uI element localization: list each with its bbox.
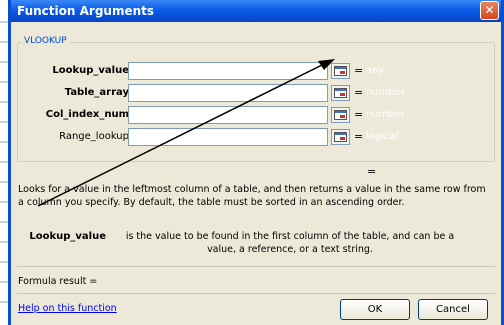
- collapse-dialog-icon: [334, 88, 347, 98]
- collapse-dialog-button[interactable]: [331, 85, 350, 101]
- collapse-dialog-icon: [334, 110, 347, 120]
- arg-type-hint: any: [366, 65, 385, 76]
- collapse-dialog-button[interactable]: [331, 107, 350, 123]
- arg-type-hint: number: [366, 109, 406, 120]
- lookup-value-input[interactable]: [128, 62, 328, 80]
- collapse-dialog-icon: [334, 132, 347, 142]
- arg-row-table-array: Table_array = number: [11, 84, 501, 104]
- close-button[interactable]: ✕: [480, 1, 499, 20]
- table-array-input[interactable]: [128, 84, 328, 102]
- arg-label: Lookup_value: [52, 65, 129, 76]
- function-description: Looks for a value in the leftmost column…: [18, 184, 486, 208]
- arg-row-col-index-num: Col_index_num = number: [11, 106, 501, 126]
- arg-row-range-lookup: Range_lookup = logical: [11, 128, 501, 148]
- equals-sign: =: [354, 130, 364, 143]
- help-link[interactable]: Help on this function: [18, 303, 117, 314]
- range-lookup-input[interactable]: [128, 128, 328, 146]
- separator: [17, 293, 495, 294]
- function-arguments-dialog: Function Arguments ✕ VLOOKUP Lookup_valu…: [8, 0, 504, 325]
- collapse-dialog-button[interactable]: [331, 63, 350, 79]
- arg-label: Table_array: [64, 87, 129, 98]
- arg-label: Col_index_num: [45, 109, 129, 120]
- argument-help-text: is the value to be found in the first co…: [125, 231, 455, 255]
- equals-sign: =: [354, 108, 364, 121]
- close-icon: ✕: [484, 3, 495, 17]
- collapse-dialog-icon: [334, 66, 347, 76]
- ok-button[interactable]: OK: [340, 299, 410, 320]
- separator: [17, 266, 495, 267]
- arg-type-hint: logical: [366, 131, 399, 142]
- cancel-button[interactable]: Cancel: [418, 299, 488, 320]
- function-name-label: VLOOKUP: [21, 36, 70, 46]
- dialog-title: Function Arguments: [17, 4, 155, 18]
- arg-type-hint: number: [366, 87, 406, 98]
- equals-sign: =: [354, 64, 364, 77]
- arg-row-lookup-value: Lookup_value = any: [11, 62, 501, 82]
- arg-label: Range_lookup: [59, 131, 129, 142]
- function-result-equals: =: [367, 165, 377, 178]
- argument-help-name: Lookup_value: [29, 231, 106, 242]
- dialog-titlebar[interactable]: Function Arguments ✕: [11, 0, 501, 22]
- equals-sign: =: [354, 86, 364, 99]
- col-index-num-input[interactable]: [128, 106, 328, 124]
- argument-help: Lookup_value is the value to be found in …: [18, 230, 488, 256]
- formula-result: Formula result =: [18, 276, 98, 287]
- collapse-dialog-button[interactable]: [331, 129, 350, 145]
